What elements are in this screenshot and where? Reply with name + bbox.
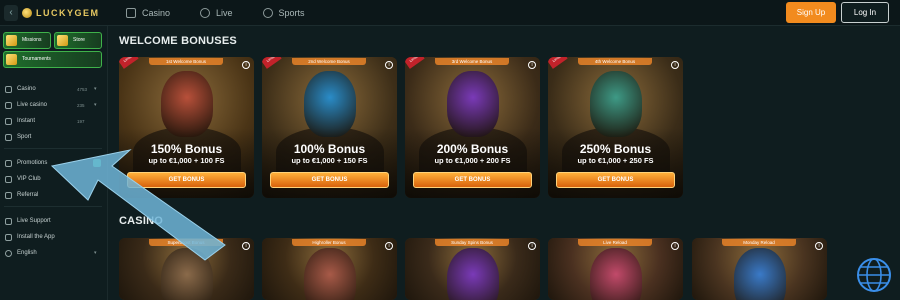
arrow-icon	[50, 149, 226, 261]
annotation-arrow	[50, 149, 226, 261]
globe-icon[interactable]	[855, 256, 893, 294]
